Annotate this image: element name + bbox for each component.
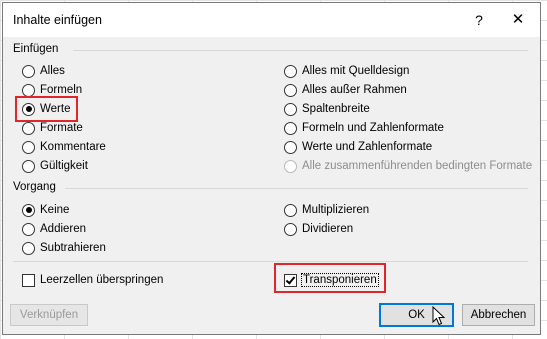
radio-circle [22,241,35,255]
dialog-title: Inhalte einfügen [13,13,102,27]
radio-label: Formeln [40,84,83,96]
highlight-werte [15,96,78,122]
title-bar: Inhalte einfügen ? ✕ [3,3,540,37]
radio-circle [284,140,297,154]
paste-special-dialog: Inhalte einfügen ? ✕ Einfügen Alles Form… [2,2,541,335]
close-icon[interactable]: ✕ [508,10,528,30]
radio-addieren[interactable]: Addieren [22,221,86,237]
paste-group-label: Einfügen [13,43,59,55]
operation-group-label: Vorgang [13,181,56,193]
section-divider [13,261,528,262]
radio-spaltenbreite[interactable]: Spaltenbreite [284,101,370,117]
radio-gueltigkeit[interactable]: Gültigkeit [22,158,88,174]
radio-keine[interactable]: Keine [22,202,69,218]
radio-kommentare[interactable]: Kommentare [22,139,106,155]
operation-group-divider [65,188,528,189]
radio-formate[interactable]: Formate [22,120,83,136]
mouse-pointer-icon [432,306,446,326]
radio-label: Alles [40,65,65,77]
radio-circle [284,222,297,236]
radio-multiplizieren[interactable]: Multiplizieren [284,202,369,218]
radio-label: Keine [40,204,70,216]
checkbox-label: Leerzellen überspringen [40,274,164,286]
radio-circle [22,140,35,154]
radio-alles[interactable]: Alles [22,63,65,79]
help-icon[interactable]: ? [470,10,488,30]
radio-label: Alles außer Rahmen [302,84,407,96]
radio-circle [284,121,297,135]
radio-label: Spaltenbreite [302,103,370,115]
radio-alles-mit-quelldesign[interactable]: Alles mit Quelldesign [284,63,409,79]
link-button: Verknüpfen [10,304,88,326]
radio-label: Formate [40,122,83,134]
radio-label: Kommentare [40,141,106,153]
radio-circle [284,102,297,116]
highlight-transponieren [274,263,386,293]
radio-alle-zusammenfuehrenden-formate: Alle zusammenführenden bedingten Formate [284,158,532,174]
radio-label: Werte und Zahlenformate [302,141,433,153]
radio-circle [22,83,35,97]
radio-circle [284,159,297,173]
radio-circle [22,121,35,135]
paste-group-divider [73,50,528,51]
cancel-button[interactable]: Abbrechen [462,304,535,326]
radio-circle [284,64,297,78]
radio-label: Gültigkeit [40,160,88,172]
radio-label: Dividieren [302,223,354,235]
radio-circle [284,203,297,217]
radio-label: Multiplizieren [302,204,370,216]
radio-subtrahieren[interactable]: Subtrahieren [22,240,106,256]
radio-label: Formeln und Zahlenformate [302,122,444,134]
radio-circle [22,64,35,78]
radio-label: Subtrahieren [40,242,106,254]
radio-circle [284,83,297,97]
radio-circle [22,159,35,173]
radio-werte-und-zahlenformate[interactable]: Werte und Zahlenformate [284,139,432,155]
checkbox-skip-blanks[interactable]: Leerzellen überspringen [22,272,163,288]
radio-dividieren[interactable]: Dividieren [284,221,353,237]
radio-label: Addieren [40,223,87,235]
radio-label: Alles mit Quelldesign [302,65,410,77]
checkbox-box [22,273,35,287]
radio-circle-selected [22,203,35,217]
radio-alles-ausser-rahmen[interactable]: Alles außer Rahmen [284,82,407,98]
radio-circle [22,222,35,236]
radio-formeln-und-zahlenformate[interactable]: Formeln und Zahlenformate [284,120,444,136]
radio-label: Alle zusammenführenden bedingten Formate [302,160,533,172]
